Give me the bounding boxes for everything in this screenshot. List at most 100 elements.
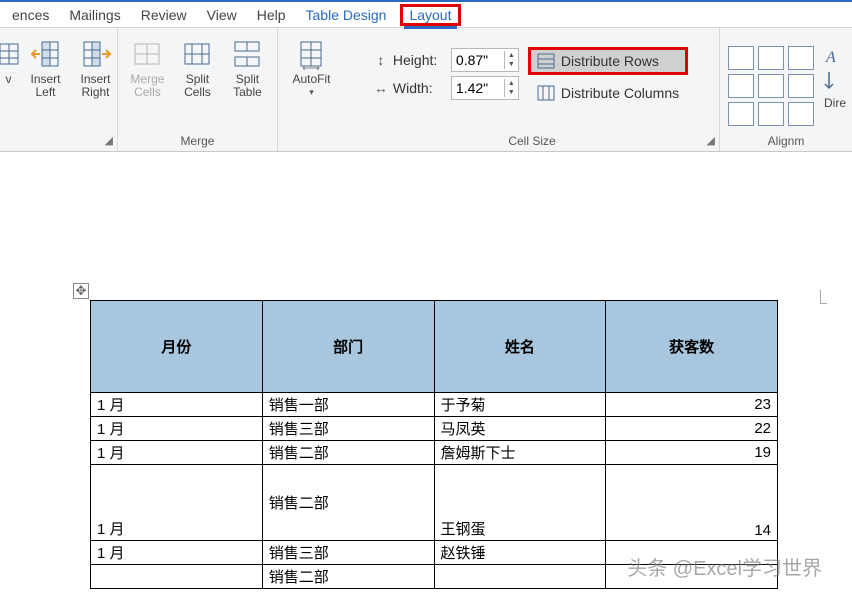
- merge-cells-icon: [131, 38, 163, 70]
- table-move-handle[interactable]: ✥: [73, 283, 89, 299]
- cell-month[interactable]: [91, 565, 263, 589]
- cell-count[interactable]: 19: [606, 441, 778, 465]
- menu-bar: ences Mailings Review View Help Table De…: [0, 0, 852, 28]
- dialog-launcher-icon[interactable]: ◢: [707, 134, 715, 147]
- cell-name[interactable]: [434, 565, 606, 589]
- cell-name[interactable]: 马凤英: [434, 417, 606, 441]
- tab-layout[interactable]: Layout: [396, 4, 464, 26]
- text-direction-icon: A: [819, 44, 851, 94]
- width-row: ↔ Width: ▲▼: [373, 76, 519, 100]
- autofit-icon: [295, 38, 327, 70]
- cell-month[interactable]: 1 月: [91, 417, 263, 441]
- cell-count[interactable]: [606, 565, 778, 589]
- align-top-left-button[interactable]: [728, 46, 754, 70]
- cell-count[interactable]: 23: [606, 393, 778, 417]
- table-row[interactable]: 1 月销售三部赵铁锤: [91, 541, 778, 565]
- table-icon: [0, 38, 25, 70]
- insert-right-icon: [80, 38, 112, 70]
- height-label: Height:: [393, 52, 447, 68]
- table-row[interactable]: 1 月销售二部王钢蛋14: [91, 465, 778, 541]
- height-input[interactable]: [452, 50, 504, 70]
- cell-count[interactable]: 14: [606, 465, 778, 541]
- cell-month[interactable]: 1 月: [91, 393, 263, 417]
- cell-name[interactable]: 詹姆斯下士: [434, 441, 606, 465]
- cell-count[interactable]: [606, 541, 778, 565]
- split-table-button[interactable]: Split Table: [224, 36, 270, 99]
- tab-table-design[interactable]: Table Design: [296, 4, 397, 26]
- split-cells-button[interactable]: Split Cells: [174, 36, 220, 99]
- col-header-name[interactable]: 姓名: [434, 301, 606, 393]
- insert-right-button[interactable]: Insert Right: [73, 36, 119, 99]
- insert-left-label: Insert Left: [30, 73, 60, 99]
- dialog-launcher-icon[interactable]: ◢: [105, 134, 113, 147]
- group-label-cell-size: Cell Size: [508, 132, 555, 151]
- chevron-down-icon: ▾: [309, 87, 314, 98]
- cell-dept[interactable]: 销售一部: [262, 393, 434, 417]
- tab-help[interactable]: Help: [247, 4, 296, 26]
- height-spin-down[interactable]: ▼: [505, 60, 518, 69]
- align-top-center-button[interactable]: [758, 46, 784, 70]
- tab-view[interactable]: View: [197, 4, 247, 26]
- col-header-dept[interactable]: 部门: [262, 301, 434, 393]
- ruler-mark: [820, 290, 827, 304]
- cell-month[interactable]: 1 月: [91, 541, 263, 565]
- tab-mailings[interactable]: Mailings: [59, 4, 130, 26]
- cell-month[interactable]: 1 月: [91, 441, 263, 465]
- cell-name[interactable]: 王钢蛋: [434, 465, 606, 541]
- distribute-columns-button[interactable]: Distribute Columns: [531, 82, 685, 104]
- distribute-rows-button[interactable]: Distribute Rows: [528, 47, 688, 75]
- cell-name[interactable]: 赵铁锤: [434, 541, 606, 565]
- align-bot-right-button[interactable]: [788, 102, 814, 126]
- align-bot-center-button[interactable]: [758, 102, 784, 126]
- cell-dept[interactable]: 销售三部: [262, 541, 434, 565]
- table-row[interactable]: 1 月销售二部詹姆斯下士19: [91, 441, 778, 465]
- height-spinbox[interactable]: ▲▼: [451, 48, 519, 72]
- width-spin-up[interactable]: ▲: [505, 79, 518, 88]
- cell-dept[interactable]: 销售二部: [262, 441, 434, 465]
- text-direction-button-partial[interactable]: A Dire: [820, 36, 850, 110]
- width-spin-down[interactable]: ▼: [505, 88, 518, 97]
- split-cells-icon: [181, 38, 213, 70]
- align-mid-center-button[interactable]: [758, 74, 784, 98]
- cell-count[interactable]: 22: [606, 417, 778, 441]
- height-arrows-icon: ↕: [373, 52, 389, 68]
- distribute-columns-label: Distribute Columns: [561, 85, 679, 101]
- tab-references-partial[interactable]: ences: [2, 4, 59, 26]
- width-spinbox[interactable]: ▲▼: [451, 76, 519, 100]
- height-spin-up[interactable]: ▲: [505, 51, 518, 60]
- cell-month[interactable]: 1 月: [91, 465, 263, 541]
- document-table[interactable]: 月份 部门 姓名 获客数 1 月销售一部于予菊231 月销售三部马凤英221 月…: [90, 300, 778, 589]
- svg-text:A: A: [825, 49, 836, 66]
- split-table-label: Split Table: [233, 73, 262, 99]
- insert-right-label: Insert Right: [80, 73, 110, 99]
- text-direction-label: Dire: [824, 97, 846, 110]
- insert-left-button[interactable]: Insert Left: [23, 36, 69, 99]
- cell-dept[interactable]: 销售二部: [262, 565, 434, 589]
- group-merge: Merge Cells Split Cells Split Table Merg…: [118, 28, 278, 151]
- tab-review[interactable]: Review: [131, 4, 197, 26]
- distribute-rows-label: Distribute Rows: [561, 53, 659, 69]
- group-alignment-partial: A Dire Alignm: [720, 28, 852, 151]
- table-row[interactable]: 1 月销售一部于予菊23: [91, 393, 778, 417]
- table-row[interactable]: 销售二部: [91, 565, 778, 589]
- align-mid-left-button[interactable]: [728, 74, 754, 98]
- table-row[interactable]: 1 月销售三部马凤英22: [91, 417, 778, 441]
- col-header-count[interactable]: 获客数: [606, 301, 778, 393]
- align-bot-left-button[interactable]: [728, 102, 754, 126]
- merge-cells-button: Merge Cells: [124, 36, 170, 99]
- insert-above-button-partial[interactable]: v: [0, 36, 19, 86]
- merge-cells-label: Merge Cells: [130, 73, 164, 99]
- col-header-month[interactable]: 月份: [91, 301, 263, 393]
- autofit-button[interactable]: AutoFit ▾: [284, 36, 338, 98]
- align-top-right-button[interactable]: [788, 46, 814, 70]
- cell-dept[interactable]: 销售二部: [262, 465, 434, 541]
- height-row: ↕ Height: ▲▼: [373, 48, 519, 72]
- align-mid-right-button[interactable]: [788, 74, 814, 98]
- distribute-rows-icon: [537, 53, 555, 69]
- width-arrows-icon: ↔: [373, 80, 389, 96]
- group-label-merge: Merge: [180, 132, 214, 151]
- width-input[interactable]: [452, 78, 504, 98]
- ribbon: v Insert Left Insert Right ◢: [0, 28, 852, 152]
- cell-dept[interactable]: 销售三部: [262, 417, 434, 441]
- cell-name[interactable]: 于予菊: [434, 393, 606, 417]
